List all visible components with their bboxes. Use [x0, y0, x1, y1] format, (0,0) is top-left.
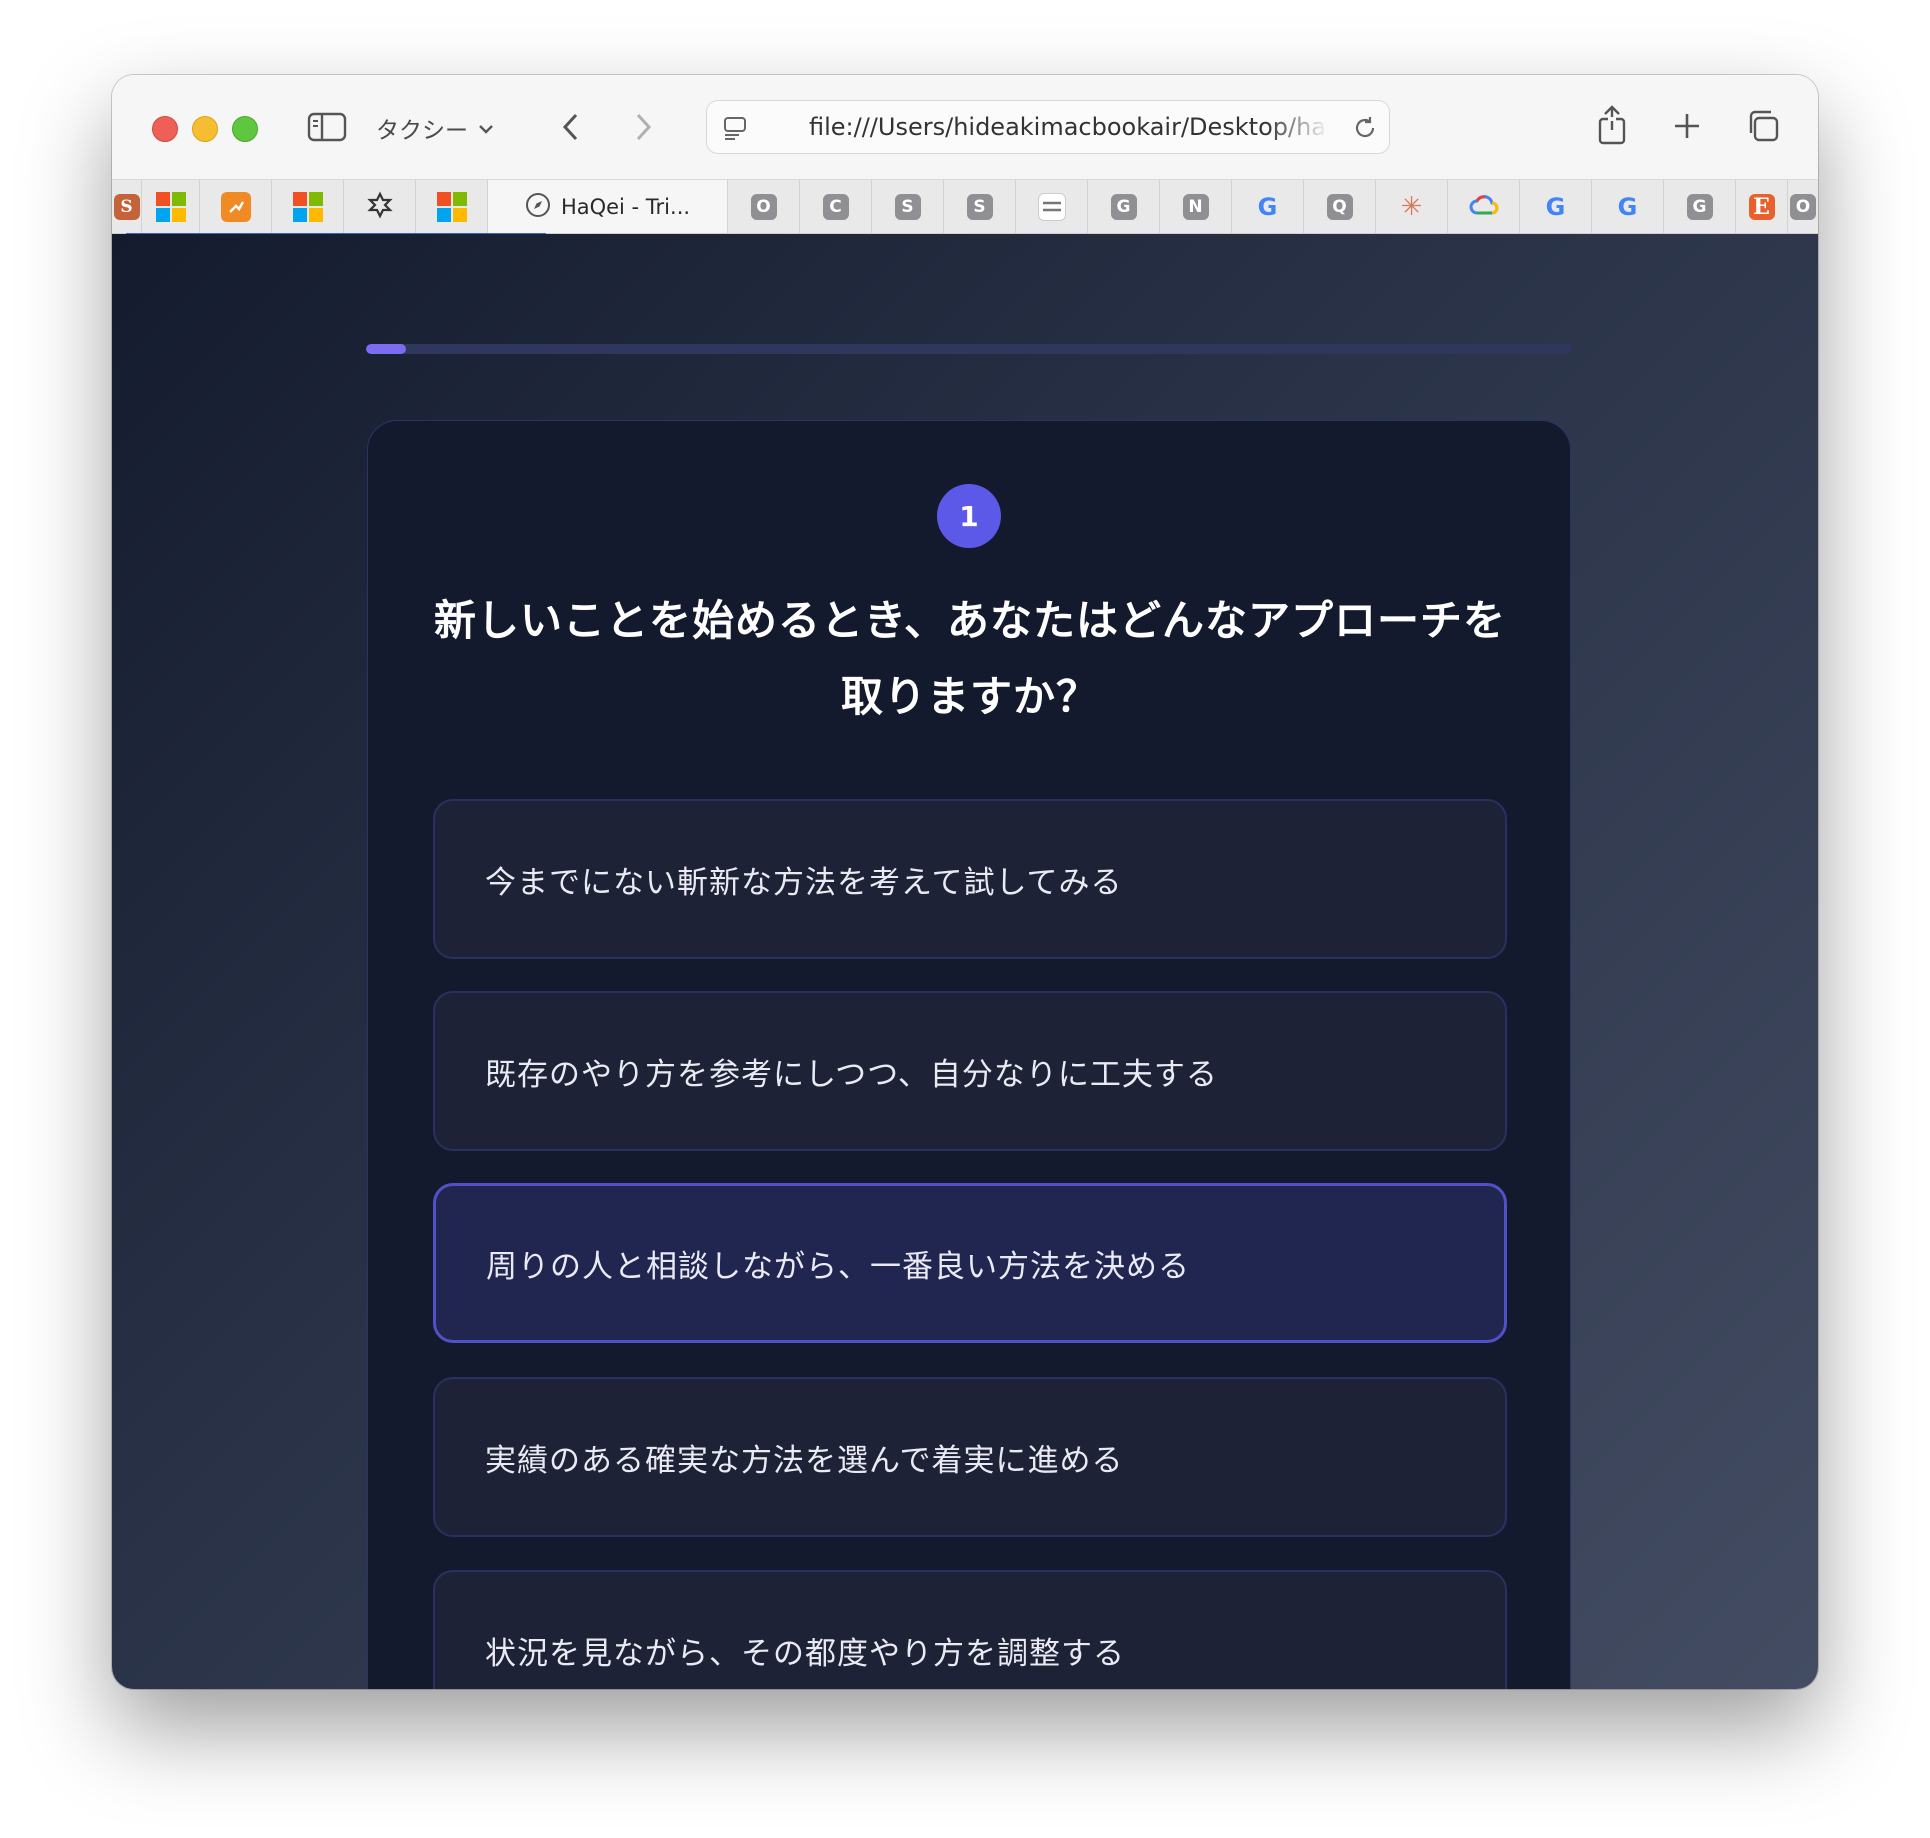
tab[interactable]: G	[1232, 180, 1304, 233]
tab[interactable]: G	[1088, 180, 1160, 233]
pinned-tab[interactable]	[416, 180, 488, 233]
url-text: file:///Users/hideakimacbookair/Desktop/…	[809, 113, 1329, 141]
google-icon: G	[1257, 193, 1278, 221]
letter-icon: G	[1110, 194, 1137, 220]
page-settings-icon[interactable]	[721, 113, 751, 143]
orange-app-icon	[220, 192, 251, 222]
google-cloud-icon	[1469, 194, 1499, 220]
sidebar-toggle-icon[interactable]	[306, 109, 348, 145]
address-bar[interactable]: file:///Users/hideakimacbookair/Desktop/…	[706, 100, 1390, 154]
letter-icon: S	[894, 194, 921, 220]
chevron-down-icon	[478, 115, 494, 141]
tab[interactable]: Q	[1304, 180, 1376, 233]
pinned-tab[interactable]	[142, 180, 200, 233]
pinned-tab[interactable]	[272, 180, 344, 233]
reload-icon[interactable]	[1351, 114, 1379, 142]
answer-option[interactable]: 実績のある確実な方法を選んで着実に進める	[433, 1377, 1507, 1537]
claude-starburst-icon: ✳	[1400, 192, 1423, 222]
letter-icon: Q	[1326, 194, 1353, 220]
profile-label: タクシー	[376, 118, 468, 144]
letter-icon: G	[1686, 194, 1713, 220]
tab[interactable]: G	[1592, 180, 1664, 233]
google-icon: G	[1545, 193, 1566, 221]
compass-icon	[525, 192, 551, 222]
microsoft-icon	[436, 192, 467, 222]
zoom-window-button[interactable]	[232, 116, 258, 142]
tab[interactable]: N	[1160, 180, 1232, 233]
progress-bar	[366, 344, 1572, 354]
question-card: 1 新しいことを始めるとき、あなたはどんなアプローチを取りますか？ 今までにない…	[367, 420, 1571, 1689]
etsy-icon: E	[1748, 194, 1775, 220]
google-icon: G	[1617, 193, 1638, 221]
lines-icon	[1037, 193, 1066, 221]
browser-window: タクシー file:///Users/hideakimacbookair/Des…	[112, 75, 1818, 1689]
tab[interactable]	[1016, 180, 1088, 233]
tab[interactable]: O	[1788, 180, 1818, 233]
minimize-window-button[interactable]	[192, 116, 218, 142]
letter-icon: C	[822, 194, 849, 220]
tab-bar: S HaQei - Tri... O C S S G N G Q ✳ G G G…	[112, 179, 1818, 234]
tab[interactable]: S	[944, 180, 1016, 233]
pinned-tab[interactable]: S	[112, 180, 142, 233]
tab[interactable]: G	[1520, 180, 1592, 233]
answer-option[interactable]: 既存のやり方を参考にしつつ、自分なりに工夫する	[433, 991, 1507, 1151]
forward-arrow-icon[interactable]	[628, 109, 658, 145]
share-icon[interactable]	[1594, 103, 1630, 147]
letter-icon: S	[966, 194, 993, 220]
question-number-badge: 1	[937, 484, 1001, 548]
tab[interactable]: G	[1664, 180, 1736, 233]
tab[interactable]: C	[800, 180, 872, 233]
back-arrow-icon[interactable]	[556, 109, 586, 145]
letter-icon: N	[1182, 194, 1209, 220]
page-content: 1 新しいことを始めるとき、あなたはどんなアプローチを取りますか？ 今までにない…	[112, 234, 1818, 1689]
tab[interactable]: ✳	[1376, 180, 1448, 233]
active-tab-title: HaQei - Tri...	[560, 195, 691, 219]
microsoft-icon	[292, 192, 323, 222]
profile-switcher[interactable]: タクシー	[376, 111, 494, 145]
answer-option[interactable]: 状況を見ながら、その都度やり方を調整する	[433, 1570, 1507, 1689]
answer-option[interactable]: 今までにない斬新な方法を考えて試してみる	[433, 799, 1507, 959]
microsoft-icon	[155, 192, 186, 222]
pinned-tab[interactable]	[200, 180, 272, 233]
tab[interactable]: S	[872, 180, 944, 233]
tab[interactable]	[1448, 180, 1520, 233]
letter-icon: O	[1790, 194, 1816, 220]
tab[interactable]: E	[1736, 180, 1788, 233]
progress-fill	[366, 344, 406, 354]
tab-active[interactable]: HaQei - Tri...	[488, 180, 728, 233]
answer-option-selected[interactable]: 周りの人と相談しながら、一番良い方法を決める	[433, 1183, 1507, 1343]
letter-icon: O	[750, 194, 777, 220]
close-window-button[interactable]	[152, 116, 178, 142]
question-text: 新しいことを始めるとき、あなたはどんなアプローチを取りますか？	[433, 596, 1507, 721]
browser-toolbar: タクシー file:///Users/hideakimacbookair/Des…	[112, 75, 1818, 179]
tab-overview-icon[interactable]	[1744, 107, 1782, 145]
new-tab-icon[interactable]	[1670, 109, 1704, 143]
tab[interactable]: O	[728, 180, 800, 233]
pinned-tab[interactable]	[344, 180, 416, 233]
puzzle-icon	[366, 191, 394, 223]
s-logo-icon: S	[113, 194, 140, 220]
